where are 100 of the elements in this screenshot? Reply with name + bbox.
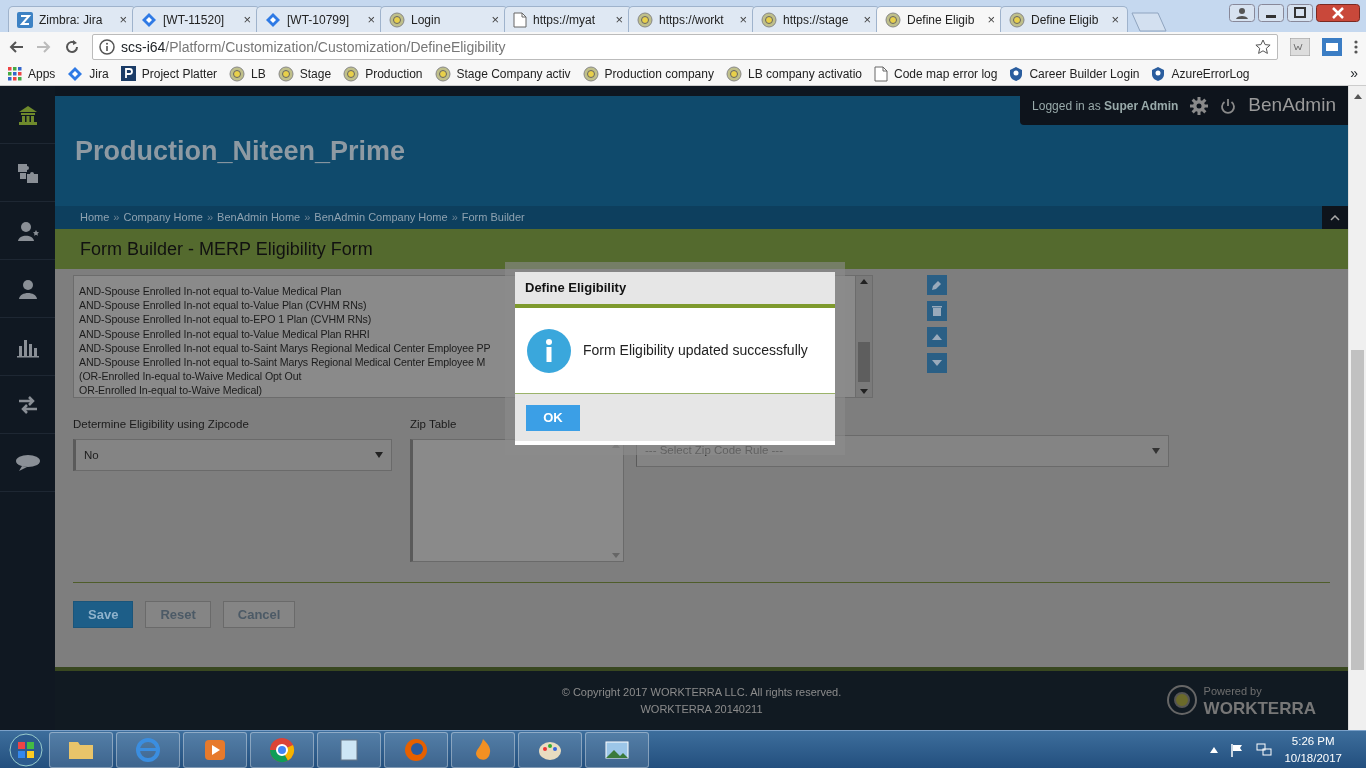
menu-icon[interactable] — [1354, 39, 1358, 55]
bookmark[interactable]: Production — [343, 64, 423, 83]
close-icon[interactable]: × — [615, 9, 623, 30]
dropdown-icon[interactable] — [1152, 448, 1160, 454]
bookmark[interactable]: Project Platter — [120, 64, 218, 83]
arrow-down-button[interactable] — [927, 353, 947, 373]
breadcrumb-link[interactable]: Company Home — [123, 209, 203, 226]
globe-badge-icon — [885, 11, 901, 28]
flag-icon[interactable] — [1230, 742, 1245, 757]
close-icon[interactable]: × — [119, 9, 127, 30]
company-name: Production_Niteen_Prime — [74, 135, 406, 168]
globe-badge-icon — [343, 65, 360, 82]
breadcrumb-link[interactable]: Home — [80, 209, 110, 226]
delete-button[interactable] — [927, 301, 947, 321]
breadcrumb-separator: » — [206, 210, 214, 226]
page-scrollbar[interactable] — [1348, 86, 1366, 730]
scroll-up-icon[interactable] — [612, 443, 620, 449]
bookmark[interactable]: Code map error log — [874, 64, 998, 83]
puzzle-icon[interactable] — [16, 161, 39, 184]
scroll-up-icon[interactable] — [860, 279, 868, 284]
back-icon[interactable] — [8, 39, 24, 55]
more-bookmarks-button[interactable]: » — [1350, 63, 1358, 84]
fox-globe-taskbar-button[interactable] — [384, 731, 448, 768]
bookmark[interactable]: AzureErrorLog — [1151, 64, 1250, 83]
e-letter-taskbar-button[interactable] — [116, 731, 180, 768]
extension-icon[interactable] — [1290, 38, 1310, 56]
bookmark[interactable]: Jira — [67, 64, 109, 83]
diamond-icon — [67, 65, 84, 82]
arrow-up-button[interactable] — [927, 327, 947, 347]
list-option[interactable]: (OR-Enrolled In-equal to-Waive Medical Opt Out — [79, 369, 302, 384]
bookmark[interactable]: Apps — [8, 64, 56, 83]
edit-button[interactable] — [927, 275, 947, 295]
close-icon[interactable]: × — [491, 9, 499, 30]
reload-icon[interactable] — [64, 39, 80, 55]
power-icon[interactable] — [1220, 97, 1237, 114]
close-icon[interactable] — [1316, 4, 1360, 22]
document-icon — [874, 65, 889, 82]
user-icon[interactable] — [16, 277, 39, 300]
collapse-button[interactable] — [1322, 206, 1348, 229]
flame-taskbar-button[interactable] — [451, 731, 515, 768]
breadcrumb-link[interactable]: Form Builder — [461, 209, 525, 226]
list-option[interactable]: AND-Spouse Enrolled In-not equal to-Value Plan (CVHM RNs) — [79, 298, 367, 313]
scroll-down-icon[interactable] — [860, 389, 868, 394]
list-option[interactable]: AND-Spouse Enrolled In-not equal to-Saint Marys Regional Medical Center Employee PP — [79, 340, 491, 355]
bookmark[interactable]: LB — [229, 64, 266, 83]
zip-table-listbox[interactable] — [410, 439, 624, 563]
bookmark[interactable]: Production company — [582, 64, 714, 83]
breadcrumb-link[interactable]: BenAdmin Company Home — [314, 209, 448, 226]
list-option[interactable]: AND-Spouse Enrolled In-not equal to-EPO 1 Plan (CVHM RNs) — [79, 312, 372, 327]
address-field[interactable]: scs-i64/Platform/Customization/Customization/DefineEligibility — [92, 34, 1278, 60]
palette-taskbar-button[interactable] — [518, 731, 582, 768]
user-star-icon[interactable] — [16, 219, 39, 242]
globe-badge-icon — [277, 65, 294, 82]
breadcrumb-link[interactable]: BenAdmin Home — [217, 209, 301, 226]
minimize-icon[interactable] — [1258, 4, 1284, 22]
list-option[interactable]: AND-Spouse Enrolled In-not equal to-Saint Marys Regional Medical Center Employee M — [79, 355, 486, 370]
maximize-icon[interactable] — [1287, 4, 1313, 22]
settings-icon[interactable] — [1190, 96, 1209, 115]
version-text: WORKTERRA 20140211 — [640, 701, 763, 717]
scroll-thumb[interactable] — [858, 341, 870, 382]
dialog-message: Form Eligibility updated successfully — [583, 341, 808, 360]
footer-brand: WORKTERRA — [1203, 699, 1316, 717]
swap-arrows-icon[interactable] — [16, 393, 39, 416]
extension-icon[interactable] — [1322, 38, 1342, 56]
globe-badge-icon — [582, 65, 599, 82]
breadcrumb-separator: » — [304, 210, 311, 226]
play-taskbar-button[interactable] — [183, 731, 247, 768]
target-logo-icon — [1165, 683, 1198, 716]
close-icon[interactable]: × — [243, 9, 251, 30]
chrome-logo-taskbar-button[interactable] — [250, 731, 314, 768]
close-icon[interactable]: × — [987, 9, 995, 30]
bookmark[interactable]: Stage — [277, 64, 332, 83]
folder-taskbar-button[interactable] — [49, 731, 113, 768]
info-icon — [527, 328, 571, 373]
start-button-icon[interactable] — [6, 731, 46, 768]
close-icon[interactable]: × — [863, 9, 871, 30]
bookmark[interactable]: Stage Company activ — [434, 64, 571, 83]
star-icon[interactable] — [1255, 39, 1271, 55]
globe-badge-icon — [229, 65, 246, 82]
scroll-up-icon[interactable] — [1352, 92, 1363, 100]
clock[interactable]: 5:26 PM 10/18/2017 — [1284, 733, 1342, 766]
close-icon[interactable]: × — [1111, 9, 1119, 30]
bookmark[interactable]: Career Builder Login — [1009, 64, 1140, 83]
breadcrumb-separator: » — [113, 210, 120, 226]
notepad-taskbar-button[interactable] — [317, 731, 381, 768]
home-icon[interactable] — [16, 103, 39, 126]
list-option[interactable]: AND-Spouse Enrolled In-not equal to-Value Medical Plan — [79, 284, 342, 299]
bookmark[interactable]: LB company activatio — [725, 64, 863, 83]
close-icon[interactable]: × — [367, 9, 375, 30]
browser-tab[interactable]: Define Eligib × — [1000, 6, 1128, 32]
list-scrollbar[interactable] — [855, 276, 872, 397]
zipcode-select[interactable]: No — [73, 439, 392, 472]
close-icon[interactable]: × — [739, 9, 747, 30]
list-option[interactable]: AND-Spouse Enrolled In-not equal to-Value Medical Plan RHRI — [79, 326, 370, 341]
show-hidden-icon[interactable] — [1210, 746, 1219, 753]
picture-taskbar-button[interactable] — [585, 731, 649, 768]
user-icon[interactable] — [1229, 4, 1255, 22]
network-icon[interactable] — [1256, 742, 1273, 757]
list-option[interactable]: OR-Enrolled In-equal to-Waive Medical) — [79, 383, 263, 397]
dropdown-icon[interactable] — [375, 452, 383, 459]
